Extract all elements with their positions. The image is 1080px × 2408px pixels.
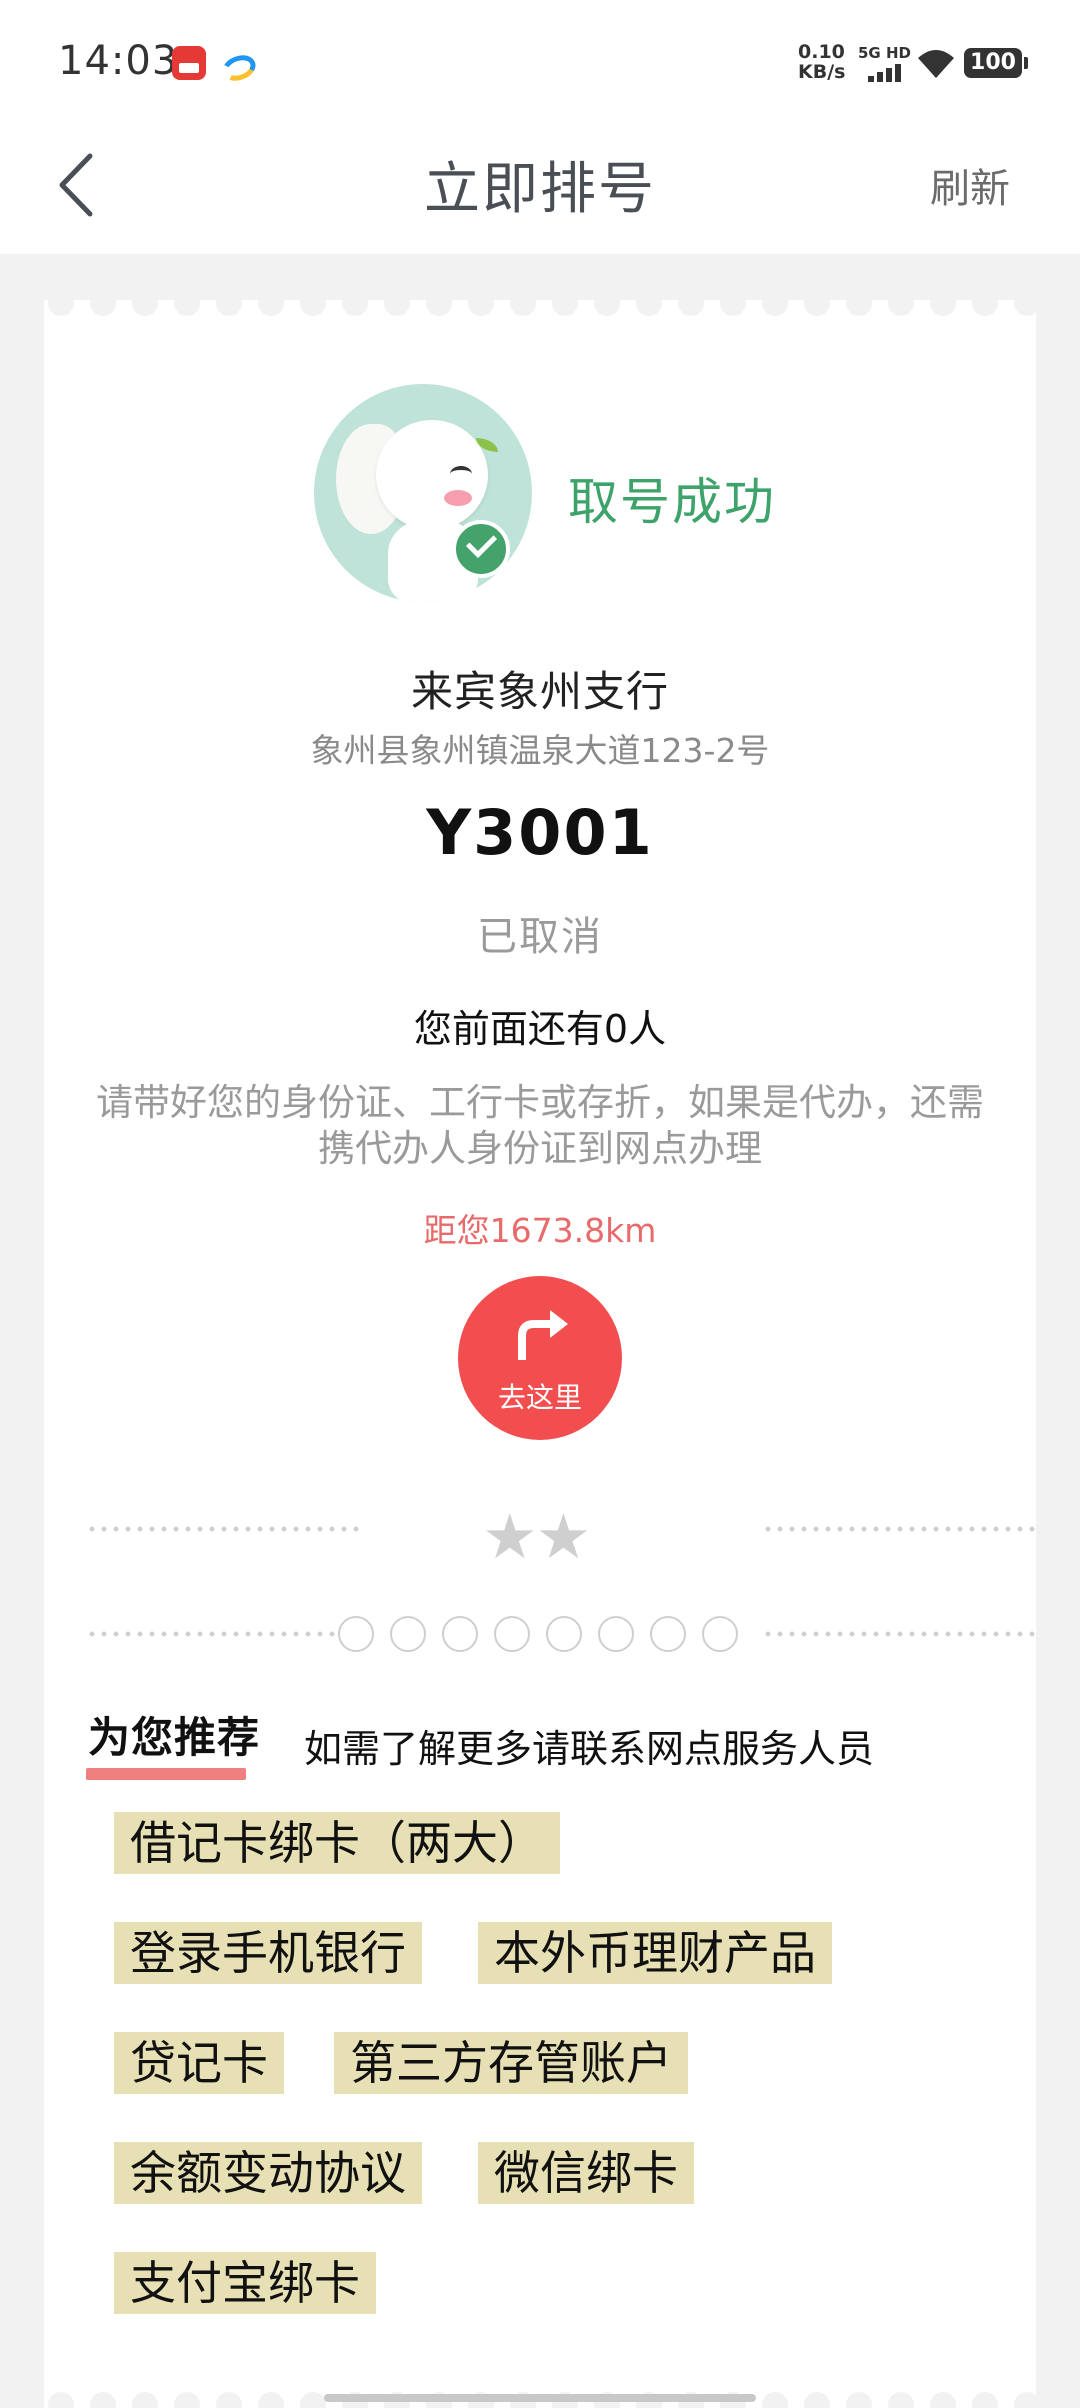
- divider-dots: [86, 1526, 362, 1532]
- status-time: 14:03: [58, 38, 179, 84]
- queue-number: Y3001: [426, 796, 654, 869]
- branch-address: 象州县象州镇温泉大道123-2号: [310, 731, 770, 770]
- mascot-image: [314, 384, 532, 602]
- recommend-tag[interactable]: 登录手机银行: [114, 1922, 422, 1984]
- net-speed-value: 0.10: [798, 41, 845, 63]
- rating-stars: ★★: [482, 1500, 591, 1573]
- turn-right-arrow-icon: [518, 1310, 568, 1360]
- queue-status: 已取消: [477, 914, 603, 960]
- recommend-title: 为您推荐: [88, 1713, 261, 1762]
- recommend-tag[interactable]: 贷记卡: [114, 2032, 284, 2094]
- ticket-card: 取号成功 来宾象州支行 象州县象州镇温泉大道123-2号 Y3001 已取消 您…: [44, 300, 1038, 2408]
- recommend-tag[interactable]: 余额变动协议: [114, 2142, 422, 2204]
- page-title: 立即排号: [424, 157, 656, 222]
- net-speed-unit: KB/s: [798, 61, 846, 83]
- branch-name: 来宾象州支行: [410, 667, 669, 716]
- divider-dots: [86, 1631, 362, 1637]
- go-here-button[interactable]: 去这里: [458, 1276, 622, 1440]
- home-indicator[interactable]: [324, 2394, 756, 2402]
- success-text: 取号成功: [568, 473, 776, 531]
- app-notification-icon: [172, 46, 206, 80]
- check-icon: [452, 520, 510, 578]
- divider-dots: [762, 1631, 1038, 1637]
- go-here-label: 去这里: [497, 1381, 582, 1414]
- recommend-tag[interactable]: 微信绑卡: [478, 2142, 694, 2204]
- perforation-circles: [338, 1616, 758, 1656]
- app-notification-icon-2: [218, 46, 260, 86]
- recommend-note: 如需了解更多请联系网点服务人员: [304, 1727, 875, 1771]
- distance-text: 距您1673.8km: [423, 1211, 657, 1250]
- recommend-tag[interactable]: 支付宝绑卡: [114, 2252, 376, 2314]
- refresh-button[interactable]: 刷新: [930, 156, 1010, 214]
- recommend-title-underline: [86, 1768, 246, 1780]
- nav-bar: 立即排号 刷新: [0, 120, 1080, 254]
- signal-icon: [868, 62, 908, 82]
- divider-dots: [762, 1526, 1038, 1532]
- wifi-icon: [918, 50, 954, 78]
- recommend-tag[interactable]: 借记卡绑卡（两大）: [114, 1812, 560, 1874]
- notice-text: 请带好您的身份证、工行卡或存折，如果是代办，还需携代办人身份证到网点办理: [96, 1081, 984, 1170]
- status-bar: 14:03 0.10 KB/s 5G HD 100: [0, 0, 1080, 120]
- recommend-tag[interactable]: 本外币理财产品: [478, 1922, 832, 1984]
- battery-icon: 100: [964, 48, 1028, 78]
- signal-label: 5G HD: [858, 44, 911, 62]
- ticket-top-edge: [44, 300, 1036, 320]
- net-speed: 0.10 KB/s: [798, 41, 846, 83]
- recommend-tag[interactable]: 第三方存管账户: [334, 2032, 688, 2094]
- people-ahead: 您前面还有0人: [413, 1007, 667, 1051]
